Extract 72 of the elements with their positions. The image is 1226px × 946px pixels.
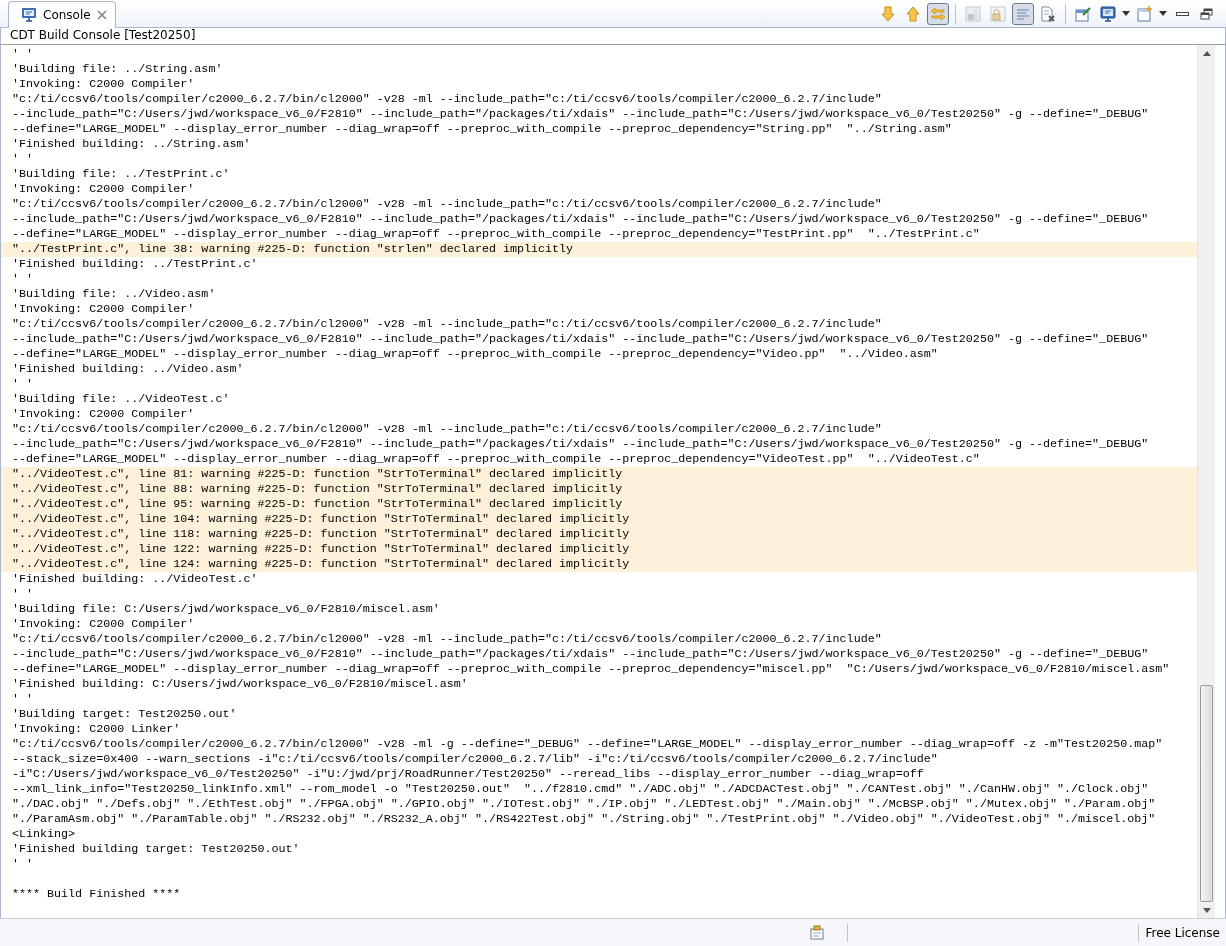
console-line: 'Invoking: C2000 Linker'	[11, 722, 182, 737]
save-panel-icon	[964, 4, 982, 23]
console-line: ' '	[11, 692, 35, 707]
monitor-icon	[21, 6, 37, 23]
console-line: "./ParamAsm.obj" "./ParamTable.obj" "./RS232.obj" "./RS232_A.obj" "./RS422Test.obj" "./String.obj" "./TestPrint.obj" "./Video.obj" "./VideoTest.obj" "./miscel.obj"	[11, 812, 1157, 827]
clear-document-icon	[1039, 4, 1057, 23]
dropdown-caret-icon[interactable]	[1159, 11, 1167, 16]
scroll-up-icon[interactable]	[1202, 50, 1211, 56]
close-icon[interactable]	[96, 9, 107, 20]
console-line: --define="LARGE_MODEL" --display_error_number --diag_wrap=off --preproc_with_compile --preproc_dependency="String.pp" "../String.asm"	[11, 122, 953, 137]
console-line: 'Finished building: ../VideoTest.c'	[11, 572, 259, 587]
console-title: CDT Build Console [Test20250]	[10, 28, 196, 42]
console-line: -i"C:/Users/jwd/workspace_v6_0/Test20250" -i"U:/jwd/prj/RoadRunner/Test20250" --reread_libs --display_error_number --diag_wrap=off	[11, 767, 925, 782]
toolbar-button[interactable]	[927, 2, 949, 25]
console-line: 'Finished building: ../Video.asm'	[11, 362, 245, 377]
console-line: 'Building file: C:/Users/jwd/workspace_v6_0/F2810/miscel.asm'	[11, 602, 441, 617]
console-line: 'Invoking: C2000 Compiler'	[11, 617, 196, 632]
console-line: 'Building file: ../TestPrint.c'	[11, 167, 231, 182]
console-line: "c:/ti/ccsv6/tools/compiler/c2000_6.2.7/bin/cl2000" -v28 -ml --include_path="c:/ti/ccsv6/tools/compiler/c2000_6.2.7/include"	[11, 632, 883, 647]
console-line: --stack_size=0x400 --warn_sections -i"c:/ti/ccsv6/tools/compiler/c2000_6.2.7/lib" -i"c:/ti/ccsv6/tools/compiler/c2000_6.2.7/include"	[11, 752, 939, 767]
console-line: --xml_link_info="Test20250_linkInfo.xml" --rom_model -o "Test20250.out" "../f2810.cmd" "./ADC.obj" "./ADCDACTest.obj" "./CANTest.obj" "./CanHW.obj" "./Clock.obj"	[11, 782, 1150, 797]
console-line: 'Invoking: C2000 Compiler'	[11, 302, 196, 317]
console-line: --include_path="C:/Users/jwd/workspace_v6_0/F2810" --include_path="/packages/ti/xdais" --include_path="C:/Users/jwd/workspace_v6_0/Test20250" -g --define="_DEBUG"	[11, 107, 1150, 122]
license-label: Free License	[1145, 925, 1220, 940]
console-line: ' '	[11, 857, 35, 872]
console-line: ' '	[11, 47, 35, 62]
arrow-up-icon	[904, 4, 922, 23]
console-line: 'Finished building target: Test20250.out'	[11, 842, 301, 857]
console-line: 'Building file: ../Video.asm'	[11, 287, 217, 302]
console-line: "c:/ti/ccsv6/tools/compiler/c2000_6.2.7/bin/cl2000" -v28 -ml --include_path="c:/ti/ccsv6/tools/compiler/c2000_6.2.7/include"	[11, 422, 883, 437]
lock-panel-icon	[989, 4, 1007, 23]
console-line: 'Finished building: ../String.asm'	[11, 137, 252, 152]
console-line: ' '	[11, 272, 35, 287]
console-line: **** Build Finished ****	[11, 887, 182, 902]
console-line: "c:/ti/ccsv6/tools/compiler/c2000_6.2.7/bin/cl2000" -v28 -ml --include_path="c:/ti/ccsv6/tools/compiler/c2000_6.2.7/include"	[11, 92, 883, 107]
console-line: --define="LARGE_MODEL" --display_error_number --diag_wrap=off --preproc_with_compile --preproc_dependency="TestPrint.pp" "../TestPrint.c"	[11, 227, 981, 242]
minimize-icon	[1175, 11, 1189, 16]
console-line: --include_path="C:/Users/jwd/workspace_v6_0/F2810" --include_path="/packages/ti/xdais" --include_path="C:/Users/jwd/workspace_v6_0/Test20250" -g --define="_DEBUG"	[11, 212, 1150, 227]
console-line: "c:/ti/ccsv6/tools/compiler/c2000_6.2.7/bin/cl2000" -v28 -ml --include_path="c:/ti/ccsv6/tools/compiler/c2000_6.2.7/include"	[11, 197, 883, 212]
console-line: ' '	[11, 377, 35, 392]
console-line: --include_path="C:/Users/jwd/workspace_v6_0/F2810" --include_path="/packages/ti/xdais" --include_path="C:/Users/jwd/workspace_v6_0/Test20250" -g --define="_DEBUG"	[11, 647, 1150, 662]
monitor-icon	[1099, 4, 1117, 23]
new-console-icon	[1136, 4, 1154, 23]
console-line: 'Building file: ../VideoTest.c'	[11, 392, 231, 407]
console-line: 'Building target: Test20250.out'	[11, 707, 238, 722]
console-line: 'Invoking: C2000 Compiler'	[11, 77, 196, 92]
console-tab[interactable]: Console	[8, 0, 116, 28]
console-line: "c:/ti/ccsv6/tools/compiler/c2000_6.2.7/bin/cl2000" -v28 -ml --include_path="c:/ti/ccsv6/tools/compiler/c2000_6.2.7/include"	[11, 317, 883, 332]
console-line: --define="LARGE_MODEL" --display_error_number --diag_wrap=off --preproc_with_compile --preproc_dependency="Video.pp" "../Video.asm"	[11, 347, 939, 362]
console-line: --define="LARGE_MODEL" --display_error_number --diag_wrap=off --preproc_with_compile --preproc_dependency="VideoTest.pp" "../VideoTest.c"	[11, 452, 981, 467]
swap-arrows-icon	[929, 4, 947, 23]
toolbar-button[interactable]	[1012, 2, 1034, 25]
console-line: <Linking>	[11, 827, 77, 842]
console-line: ' '	[11, 587, 35, 602]
dropdown-caret-icon[interactable]	[1122, 11, 1130, 16]
scroll-down-icon[interactable]	[1202, 907, 1211, 913]
console-line: "c:/ti/ccsv6/tools/compiler/c2000_6.2.7/bin/cl2000" -v28 -ml -g --define="_DEBUG" --define="LARGE_MODEL" --display_error_number --diag_wrap=off -z -m"Test20250.map"	[11, 737, 1164, 752]
console-line: ' '	[11, 152, 35, 167]
console-line: --include_path="C:/Users/jwd/workspace_v6_0/F2810" --include_path="/packages/ti/xdais" --include_path="C:/Users/jwd/workspace_v6_0/Test20250" -g --define="_DEBUG"	[11, 437, 1150, 452]
console-line: --include_path="C:/Users/jwd/workspace_v6_0/F2810" --include_path="/packages/ti/xdais" --include_path="C:/Users/jwd/workspace_v6_0/Test20250" -g --define="_DEBUG"	[11, 332, 1150, 347]
arrow-down-icon	[879, 4, 897, 23]
console-line: 'Finished building: ../TestPrint.c'	[11, 257, 259, 272]
console-line: 'Building file: ../String.asm'	[11, 62, 224, 77]
console-line: 'Invoking: C2000 Compiler'	[11, 182, 196, 197]
pin-icon	[1074, 4, 1092, 23]
vertical-scrollbar[interactable]	[1197, 45, 1215, 918]
console-line: --define="LARGE_MODEL" --display_error_number --diag_wrap=off --preproc_with_compile --preproc_dependency="miscel.pp" "C:/Users/jwd/workspace_v6_0/F2810/miscel.asm"	[11, 662, 1171, 677]
console-line: "./DAC.obj" "./Defs.obj" "./EthTest.obj" "./FPGA.obj" "./GPIO.obj" "./IOTest.obj" "./IP.obj" "./LEDTest.obj" "./Main.obj" "./McBSP.obj" "./Mutex.obj" "./Param.obj"	[11, 797, 1157, 812]
scrollbar-thumb[interactable]	[1200, 685, 1213, 902]
console-line: 'Invoking: C2000 Compiler'	[11, 407, 196, 422]
console-line: 'Finished building: C:/Users/jwd/workspace_v6_0/F2810/miscel.asm'	[11, 677, 469, 692]
tab-label: Console	[43, 7, 91, 22]
